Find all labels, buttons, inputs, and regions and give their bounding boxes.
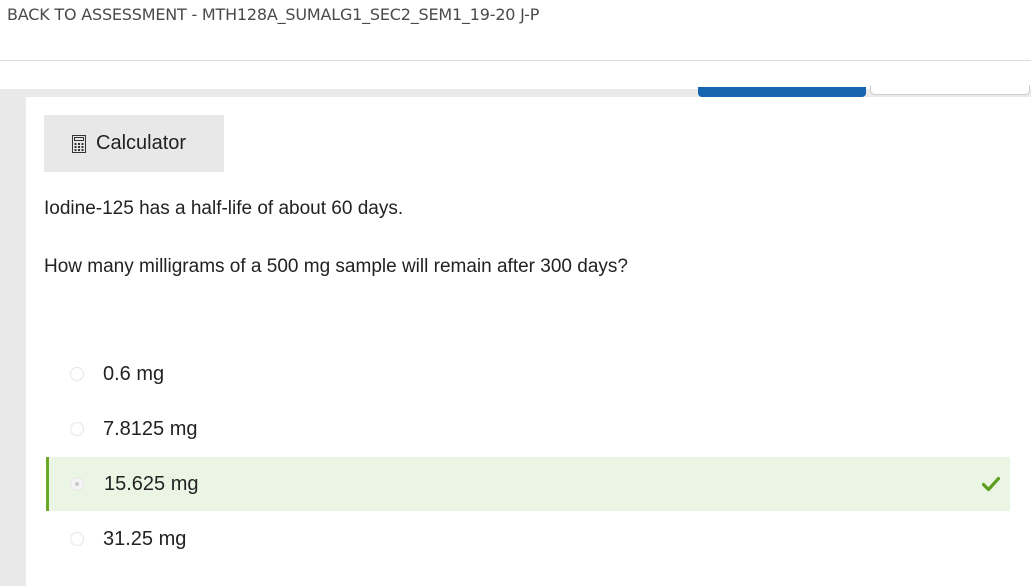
question-text-line2: How many milligrams of a 500 mg sample w… [44, 256, 628, 277]
answer-option-label: 7.8125 mg [103, 417, 198, 440]
answer-option-label: 15.625 mg [104, 472, 199, 495]
calculator-label: Calculator [96, 132, 187, 154]
radio-button[interactable] [70, 422, 84, 436]
calculator-button[interactable]: Calculator [44, 115, 224, 172]
question-panel: Calculator Iodine-125 has a half-life of… [26, 97, 1031, 586]
answer-option-4[interactable]: 31.25 mg [46, 512, 1010, 566]
answer-option-3[interactable]: 15.625 mg [46, 457, 1010, 511]
answer-option-1[interactable]: 0.6 mg [46, 347, 1010, 401]
primary-tab[interactable] [698, 87, 866, 97]
secondary-tab[interactable] [870, 85, 1030, 95]
question-text-line1: Iodine-125 has a half-life of about 60 d… [44, 198, 404, 219]
answer-option-label: 0.6 mg [103, 362, 165, 385]
answer-option-label: 31.25 mg [103, 527, 187, 550]
top-bar: BACK TO ASSESSMENT - MTH128A_SUMALG1_SEC… [0, 0, 1031, 61]
radio-button[interactable] [70, 532, 84, 546]
back-to-assessment-link[interactable]: BACK TO ASSESSMENT - MTH128A_SUMALG1_SEC… [7, 5, 539, 24]
calculator-icon [72, 134, 86, 153]
checkmark-icon [981, 476, 1001, 492]
radio-button[interactable] [70, 367, 84, 381]
answer-option-2[interactable]: 7.8125 mg [46, 402, 1010, 456]
radio-button-selected[interactable] [70, 477, 84, 491]
